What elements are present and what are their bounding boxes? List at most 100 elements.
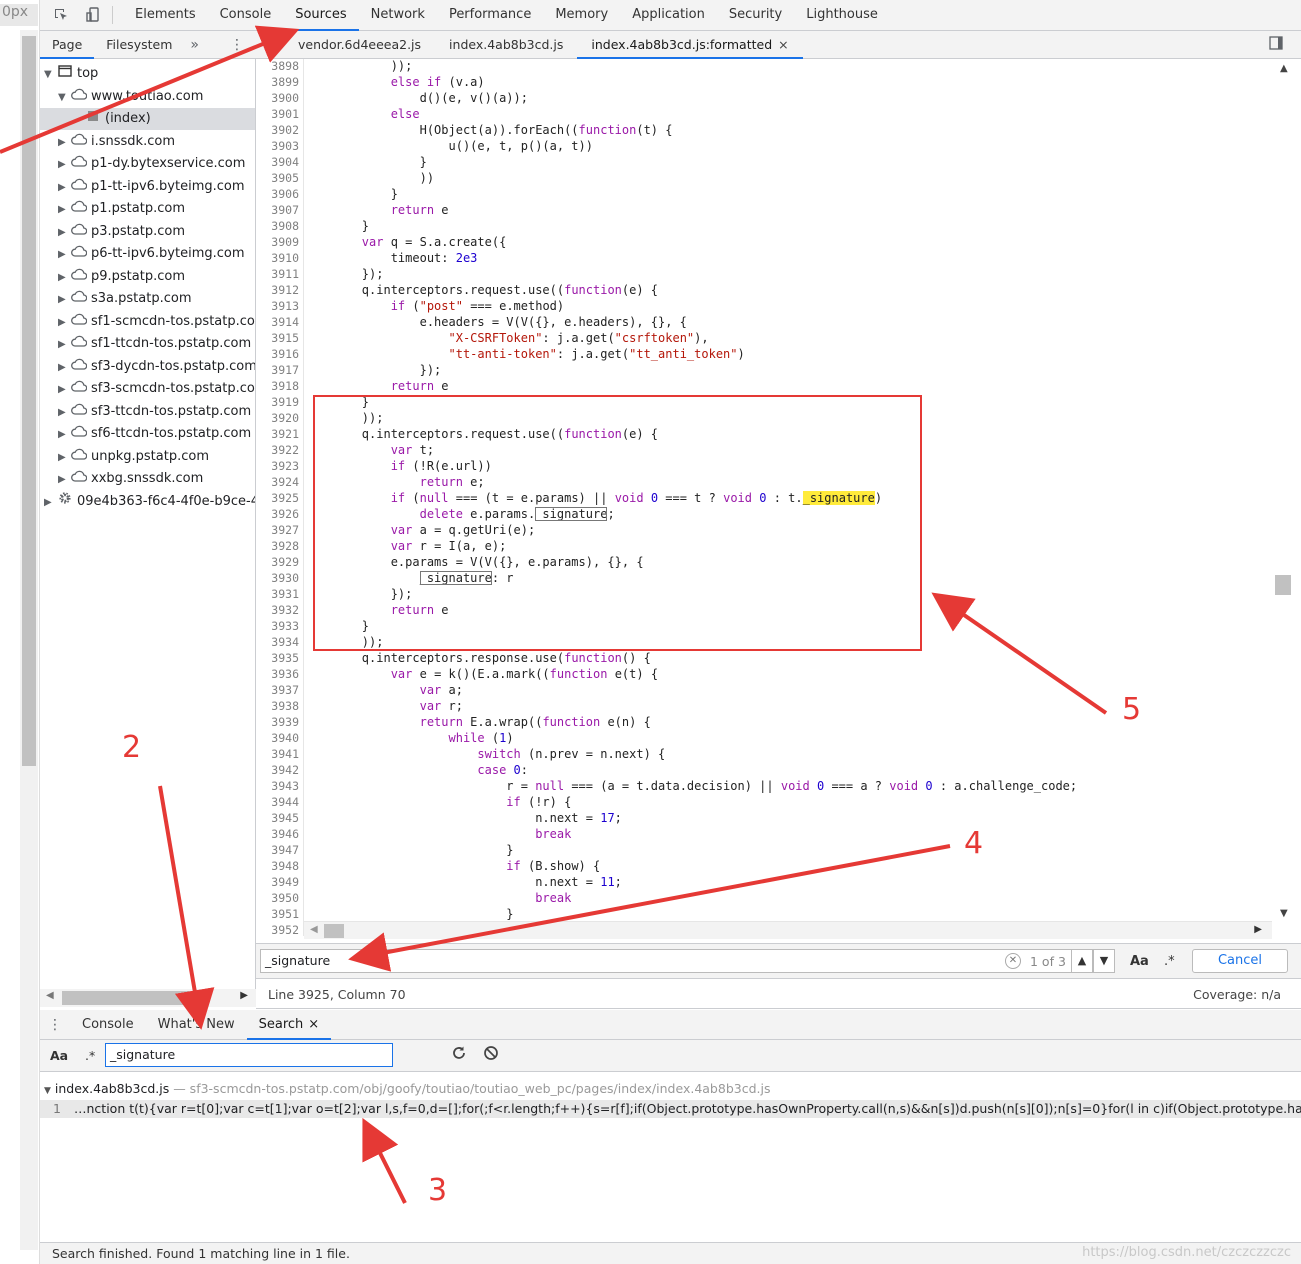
tab-security[interactable]: Security — [717, 0, 794, 31]
tree-item[interactable]: ▶ xxbg.snssdk.com — [40, 468, 255, 490]
line-number[interactable]: 3919 — [256, 394, 299, 410]
line-number[interactable]: 3911 — [256, 266, 299, 282]
line-number[interactable]: 3921 — [256, 426, 299, 442]
line-number[interactable]: 3933 — [256, 618, 299, 634]
line-number[interactable]: 3918 — [256, 378, 299, 394]
expand-arrow-icon[interactable]: ▶ — [58, 289, 70, 311]
tree-item[interactable]: ▶ p3.pstatp.com — [40, 221, 255, 243]
scroll-left-icon[interactable]: ◀ — [310, 924, 318, 935]
tree-item[interactable]: (index) — [40, 108, 255, 130]
line-number[interactable]: 3926 — [256, 506, 299, 522]
expand-arrow-icon[interactable]: ▶ — [58, 154, 70, 176]
line-number[interactable]: 3938 — [256, 698, 299, 714]
line-number[interactable]: 3952 — [256, 922, 299, 936]
line-number[interactable]: 3916 — [256, 346, 299, 362]
line-number[interactable]: 3898 — [256, 59, 299, 74]
line-number[interactable]: 3944 — [256, 794, 299, 810]
line-number[interactable]: 3923 — [256, 458, 299, 474]
line-number[interactable]: 3934 — [256, 634, 299, 650]
clear-find-icon[interactable]: ✕ — [1005, 953, 1021, 969]
tree-item[interactable]: ▶ sf3-dycdn-tos.pstatp.com — [40, 356, 255, 378]
line-number[interactable]: 3945 — [256, 810, 299, 826]
line-number[interactable]: 3943 — [256, 778, 299, 794]
tab-filesystem[interactable]: Filesystem — [94, 31, 184, 59]
line-number[interactable]: 3908 — [256, 218, 299, 234]
tree-item[interactable]: ▶ sf3-scmcdn-tos.pstatp.com — [40, 378, 255, 400]
line-number[interactable]: 3949 — [256, 874, 299, 890]
tab-lighthouse[interactable]: Lighthouse — [794, 0, 890, 31]
line-number[interactable]: 3900 — [256, 90, 299, 106]
line-number[interactable]: 3902 — [256, 122, 299, 138]
editor-tab[interactable]: vendor.6d4eeea2.js — [284, 31, 435, 59]
line-number[interactable]: 3901 — [256, 106, 299, 122]
drawer-menu-icon[interactable]: ⋮ — [40, 1017, 70, 1033]
line-number[interactable]: 3920 — [256, 410, 299, 426]
coverage-status[interactable]: Coverage: n/a — [1193, 987, 1281, 1002]
find-input[interactable]: _signature — [260, 949, 1094, 973]
tree-item[interactable]: ▶ p1-tt-ipv6.byteimg.com — [40, 176, 255, 199]
expand-arrow-icon[interactable]: ▶ — [58, 244, 70, 266]
line-number[interactable]: 3907 — [256, 202, 299, 218]
tree-item[interactable]: ▼ www.toutiao.com — [40, 86, 255, 108]
regex-toggle[interactable]: .* — [1164, 954, 1175, 969]
line-number[interactable]: 3930 — [256, 570, 299, 586]
inspect-element-icon[interactable] — [50, 4, 72, 26]
tree-item[interactable]: ▶ s3a.pstatp.com — [40, 288, 255, 311]
tree-item[interactable]: ▶ 09e4b363-f6c4-4f0e-b9ce-41 — [40, 491, 255, 513]
device-toggle-icon[interactable] — [82, 4, 104, 26]
line-number[interactable]: 3903 — [256, 138, 299, 154]
expand-arrow-icon[interactable]: ▶ — [58, 334, 70, 356]
previous-match-button[interactable]: ▲ — [1071, 949, 1093, 973]
result-file-header[interactable]: ▼ index.4ab8b3cd.js — sf3-scmcdn-tos.pst… — [44, 1081, 770, 1096]
tab-application[interactable]: Application — [620, 0, 717, 31]
line-number[interactable]: 3947 — [256, 842, 299, 858]
expand-arrow-icon[interactable]: ▼ — [44, 1086, 51, 1096]
tree-horizontal-scrollbar[interactable]: ◀ ▶ — [40, 989, 256, 1007]
line-number[interactable]: 3913 — [256, 298, 299, 314]
line-number[interactable]: 3899 — [256, 74, 299, 90]
line-number[interactable]: 3917 — [256, 362, 299, 378]
tree-item[interactable]: ▶ sf1-ttcdn-tos.pstatp.com — [40, 333, 255, 356]
next-match-button[interactable]: ▼ — [1093, 949, 1115, 973]
scroll-down-icon[interactable]: ▼ — [1280, 908, 1288, 919]
scroll-up-icon[interactable]: ▲ — [1280, 63, 1288, 74]
drawer-tab-what-s-new[interactable]: What's New — [146, 1010, 247, 1040]
line-number[interactable]: 3950 — [256, 890, 299, 906]
line-number[interactable]: 3906 — [256, 186, 299, 202]
close-tab-icon[interactable]: × — [778, 37, 788, 52]
editor-tab[interactable]: index.4ab8b3cd.js — [435, 31, 577, 59]
line-number[interactable]: 3925 — [256, 490, 299, 506]
line-number[interactable]: 3905 — [256, 170, 299, 186]
line-number[interactable]: 3931 — [256, 586, 299, 602]
line-number[interactable]: 3912 — [256, 282, 299, 298]
tab-console[interactable]: Console — [208, 0, 284, 31]
editor-hscroll-thumb[interactable] — [324, 924, 344, 938]
line-number[interactable]: 3904 — [256, 154, 299, 170]
line-number[interactable]: 3927 — [256, 522, 299, 538]
tab-network[interactable]: Network — [359, 0, 437, 31]
line-number[interactable]: 3948 — [256, 858, 299, 874]
expand-arrow-icon[interactable]: ▶ — [58, 424, 70, 446]
regex-toggle[interactable]: .* — [85, 1048, 95, 1063]
tree-item[interactable]: ▶ p1.pstatp.com — [40, 198, 255, 221]
tree-item[interactable]: ▶ p9.pstatp.com — [40, 266, 255, 288]
expand-arrow-icon[interactable]: ▶ — [58, 199, 70, 221]
line-number[interactable]: 3936 — [256, 666, 299, 682]
tree-scrollbar-thumb[interactable] — [62, 991, 190, 1005]
cancel-button[interactable]: Cancel — [1192, 949, 1288, 973]
expand-arrow-icon[interactable]: ▶ — [58, 177, 70, 199]
line-number[interactable]: 3939 — [256, 714, 299, 730]
tab-performance[interactable]: Performance — [437, 0, 543, 31]
drawer-tab-search[interactable]: Search × — [246, 1010, 332, 1040]
toggle-navigator-icon[interactable] — [262, 35, 284, 54]
line-number[interactable]: 3929 — [256, 554, 299, 570]
line-number[interactable]: 3941 — [256, 746, 299, 762]
tab-sources[interactable]: Sources — [283, 0, 359, 31]
line-number[interactable]: 3946 — [256, 826, 299, 842]
line-number[interactable]: 3935 — [256, 650, 299, 666]
tree-item[interactable]: ▼ top — [40, 63, 255, 85]
tab-page[interactable]: Page — [40, 31, 95, 59]
tree-item[interactable]: ▶ p1-dy.bytexservice.com — [40, 153, 255, 176]
line-number[interactable]: 3914 — [256, 314, 299, 330]
editor-scrollbar-thumb[interactable] — [1275, 575, 1291, 595]
